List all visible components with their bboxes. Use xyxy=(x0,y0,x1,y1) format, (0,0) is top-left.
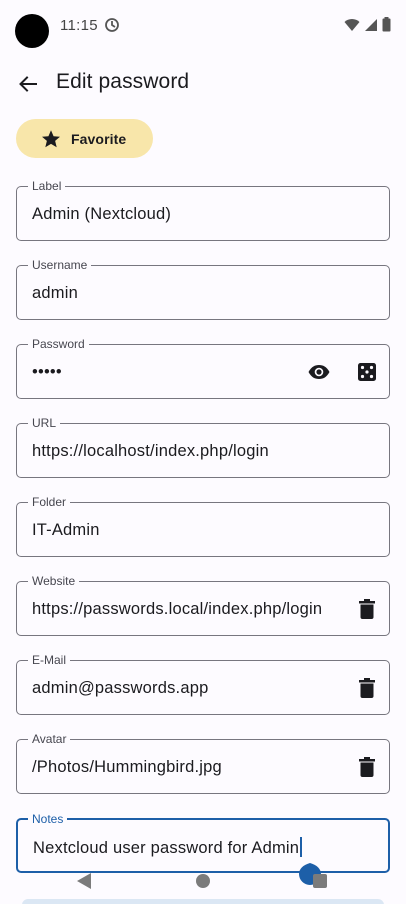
top-app-bar: Edit password xyxy=(0,60,406,108)
website-field[interactable]: Website https://passwords.local/index.ph… xyxy=(16,574,390,636)
system-navigation-bar xyxy=(0,866,406,896)
password-field-value[interactable]: ••••• xyxy=(32,362,62,382)
delete-icon[interactable] xyxy=(354,754,380,780)
folder-field-label: Folder xyxy=(28,495,71,509)
notes-field[interactable]: Notes Nextcloud user password for Admin xyxy=(16,812,390,885)
signal-icon xyxy=(364,18,378,37)
edit-password-screen: 11:15 Edit password Favorite Label Admin… xyxy=(0,0,406,904)
status-bar: 11:15 xyxy=(0,0,406,52)
website-field-value[interactable]: https://passwords.local/index.php/login xyxy=(32,599,322,619)
status-time: 11:15 xyxy=(60,17,98,34)
label-field-label: Label xyxy=(28,179,66,193)
status-icons xyxy=(344,17,391,37)
website-field-label: Website xyxy=(28,574,80,588)
label-field[interactable]: Label Admin (Nextcloud) xyxy=(16,179,390,241)
email-field-value[interactable]: admin@passwords.app xyxy=(32,678,208,698)
dice-icon[interactable] xyxy=(354,359,380,385)
text-cursor xyxy=(300,837,303,857)
battery-icon xyxy=(382,17,391,37)
url-field[interactable]: URL https://localhost/index.php/login xyxy=(16,416,390,478)
username-field[interactable]: Username admin xyxy=(16,258,390,320)
camera-cutout xyxy=(15,14,49,48)
arrow-back-icon[interactable] xyxy=(12,68,44,100)
avatar-field[interactable]: Avatar /Photos/Hummingbird.jpg xyxy=(16,732,390,794)
nav-home-icon[interactable] xyxy=(196,874,210,888)
notes-field-value[interactable]: Nextcloud user password for Admin xyxy=(33,837,303,858)
email-field[interactable]: E-Mail admin@passwords.app xyxy=(16,653,390,715)
notes-field-label: Notes xyxy=(28,812,68,826)
username-field-label: Username xyxy=(28,258,92,272)
favorite-chip[interactable]: Favorite xyxy=(16,119,153,158)
nav-recents-icon[interactable] xyxy=(313,874,327,888)
folder-field-value[interactable]: IT-Admin xyxy=(32,520,100,540)
wifi-icon xyxy=(344,18,360,37)
url-field-label: URL xyxy=(28,416,61,430)
eye-icon[interactable] xyxy=(306,359,332,385)
page-title: Edit password xyxy=(56,70,190,93)
password-field-label: Password xyxy=(28,337,89,351)
label-field-value[interactable]: Admin (Nextcloud) xyxy=(32,204,171,224)
username-field-value[interactable]: admin xyxy=(32,283,78,303)
notes-field-text: Nextcloud user password for Admin xyxy=(33,839,300,857)
avatar-field-value[interactable]: /Photos/Hummingbird.jpg xyxy=(32,757,222,777)
avatar-field-label: Avatar xyxy=(28,732,71,746)
delete-icon[interactable] xyxy=(354,675,380,701)
star-icon xyxy=(40,128,62,150)
nav-back-icon[interactable] xyxy=(76,872,92,895)
delete-icon[interactable] xyxy=(354,596,380,622)
url-field-value[interactable]: https://localhost/index.php/login xyxy=(32,441,269,461)
save-button-edge[interactable] xyxy=(22,899,384,904)
email-field-label: E-Mail xyxy=(28,653,71,667)
app-notification-icon xyxy=(105,18,119,37)
folder-field[interactable]: Folder IT-Admin xyxy=(16,495,390,557)
password-field[interactable]: Password ••••• xyxy=(16,337,390,399)
favorite-label: Favorite xyxy=(71,130,127,147)
